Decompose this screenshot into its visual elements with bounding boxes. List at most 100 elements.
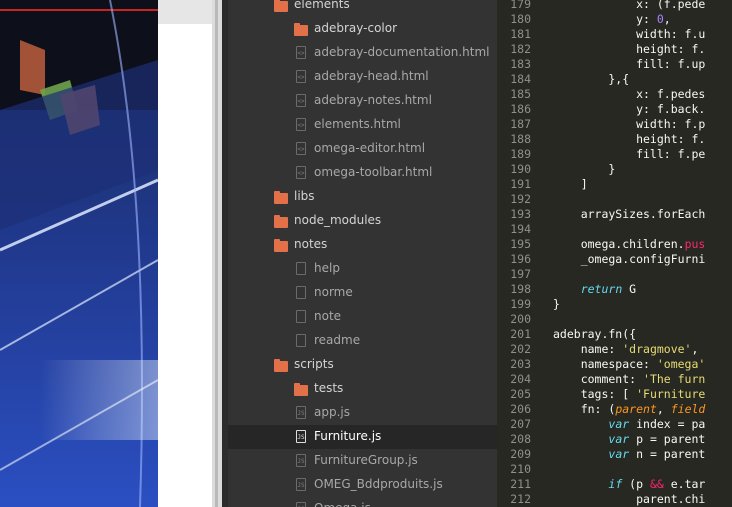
file-item[interactable]: help <box>228 257 497 281</box>
file-icon: <> <box>296 94 306 107</box>
code-line: tags: [ 'Furniture <box>553 387 706 401</box>
file-icon <box>296 262 306 275</box>
window-toolbar <box>158 0 212 25</box>
code-line: fill: f.up <box>553 57 706 71</box>
line-number: 191 <box>510 177 531 191</box>
file-item[interactable]: norme <box>228 281 497 305</box>
line-number: 193 <box>510 207 531 221</box>
line-number: 197 <box>510 267 531 281</box>
code-line: var p = parent <box>608 432 706 446</box>
file-icon: <> <box>296 166 306 179</box>
tree-item-label: tests <box>314 381 344 395</box>
code-line: height: f. <box>553 42 706 56</box>
line-number: 208 <box>510 432 531 446</box>
line-number: 181 <box>510 27 531 41</box>
tree-item-label: adebray-notes.html <box>314 93 432 107</box>
tree-item-label: help <box>314 261 340 275</box>
code-line: comment: 'The furn <box>553 372 706 386</box>
line-number: 182 <box>510 42 531 56</box>
file-item[interactable]: <> adebray-documentation.html <box>228 41 497 65</box>
file-icon: JS <box>296 478 306 491</box>
tree-item-label: adebray-documentation.html <box>314 45 490 59</box>
divider-line <box>215 0 218 507</box>
code-line: y: 0, <box>553 12 671 26</box>
file-icon: JS <box>296 502 306 507</box>
file-item[interactable]: <> elements.html <box>228 113 497 137</box>
tree-item-label: FurnitureGroup.js <box>314 453 418 467</box>
tree-item-label: elements <box>294 0 350 11</box>
code-line: _omega.configFurni <box>553 252 706 266</box>
file-icon: <> <box>296 46 306 59</box>
file-item[interactable]: JS OMEG_Bddproduits.js <box>228 473 497 497</box>
line-number: 206 <box>510 402 531 416</box>
file-item[interactable]: <> omega-editor.html <box>228 137 497 161</box>
tree-item-label: omega-toolbar.html <box>314 165 433 179</box>
file-icon: <> <box>296 70 306 83</box>
line-number: 187 <box>510 117 531 131</box>
file-item[interactable]: JS Omega.js <box>228 497 497 507</box>
file-item[interactable]: readme <box>228 329 497 353</box>
folder-item[interactable]: scripts <box>228 353 497 377</box>
code-line: height: f. <box>553 132 706 146</box>
file-item[interactable]: note <box>228 305 497 329</box>
code-line: width: f.u <box>553 27 706 41</box>
code-editor[interactable]: 179 180 181 182 183 184 185 186 187 188 189 190 191 1… <box>497 0 732 507</box>
folder-item[interactable]: adebray-color <box>228 17 497 41</box>
folder-icon <box>274 359 288 372</box>
line-number: 201 <box>510 327 531 341</box>
code-line: parent.chi <box>553 492 706 506</box>
line-number: 203 <box>510 357 531 371</box>
code-line: },{ <box>553 72 630 86</box>
file-item[interactable]: <> omega-toolbar.html <box>228 161 497 185</box>
file-icon: JS <box>296 406 306 419</box>
tree-item-label: scripts <box>294 357 334 371</box>
code-line: name: 'dragmove', <box>553 342 699 356</box>
tree-item-label: adebray-head.html <box>314 69 429 83</box>
file-item[interactable]: JS FurnitureGroup.js <box>228 449 497 473</box>
file-item[interactable]: JS Furniture.js <box>228 425 497 449</box>
code-line: x: (f.pede <box>553 0 706 11</box>
code-line: if (p && e.tar <box>608 477 706 491</box>
code-line: } <box>553 162 616 176</box>
line-number: 189 <box>510 147 531 161</box>
background-window <box>0 0 212 507</box>
file-item[interactable]: <> adebray-notes.html <box>228 89 497 113</box>
tree-item-label: libs <box>294 189 315 203</box>
line-number: 194 <box>510 222 531 236</box>
folder-icon <box>294 23 308 36</box>
tree-item-label: Furniture.js <box>314 429 382 443</box>
folder-icon <box>274 215 288 228</box>
code-line: return G <box>580 282 637 296</box>
line-number: 212 <box>510 492 531 506</box>
line-number: 202 <box>510 342 531 356</box>
folder-item[interactable]: tests <box>228 377 497 401</box>
line-number: 186 <box>510 102 531 116</box>
folder-icon <box>274 0 288 12</box>
line-number: 179 <box>510 0 531 11</box>
folder-item[interactable]: node_modules <box>228 209 497 233</box>
folder-item[interactable]: elements <box>228 0 497 17</box>
file-icon: JS <box>296 430 306 443</box>
code-line: y: f.back. <box>553 102 706 116</box>
tree-item-label: elements.html <box>314 117 401 131</box>
file-item[interactable]: JS app.js <box>228 401 497 425</box>
photo-image <box>0 0 158 507</box>
window-content <box>158 24 212 507</box>
line-number: 199 <box>510 297 531 311</box>
code-line: var n = parent <box>608 447 706 461</box>
tree-item-label: omega-editor.html <box>314 141 426 155</box>
file-icon: <> <box>296 142 306 155</box>
line-number: 205 <box>510 387 531 401</box>
line-number: 209 <box>510 447 531 461</box>
file-icon <box>296 334 306 347</box>
tree-item-label: readme <box>314 333 361 347</box>
code-line: adebray.fn({ <box>553 327 637 341</box>
folder-icon <box>274 191 288 204</box>
line-number: 210 <box>510 462 531 476</box>
window-divider <box>212 0 228 507</box>
line-number: 200 <box>510 312 531 326</box>
folder-item[interactable]: notes <box>228 233 497 257</box>
line-number: 184 <box>510 72 531 86</box>
folder-item[interactable]: libs <box>228 185 497 209</box>
file-item[interactable]: <> adebray-head.html <box>228 65 497 89</box>
